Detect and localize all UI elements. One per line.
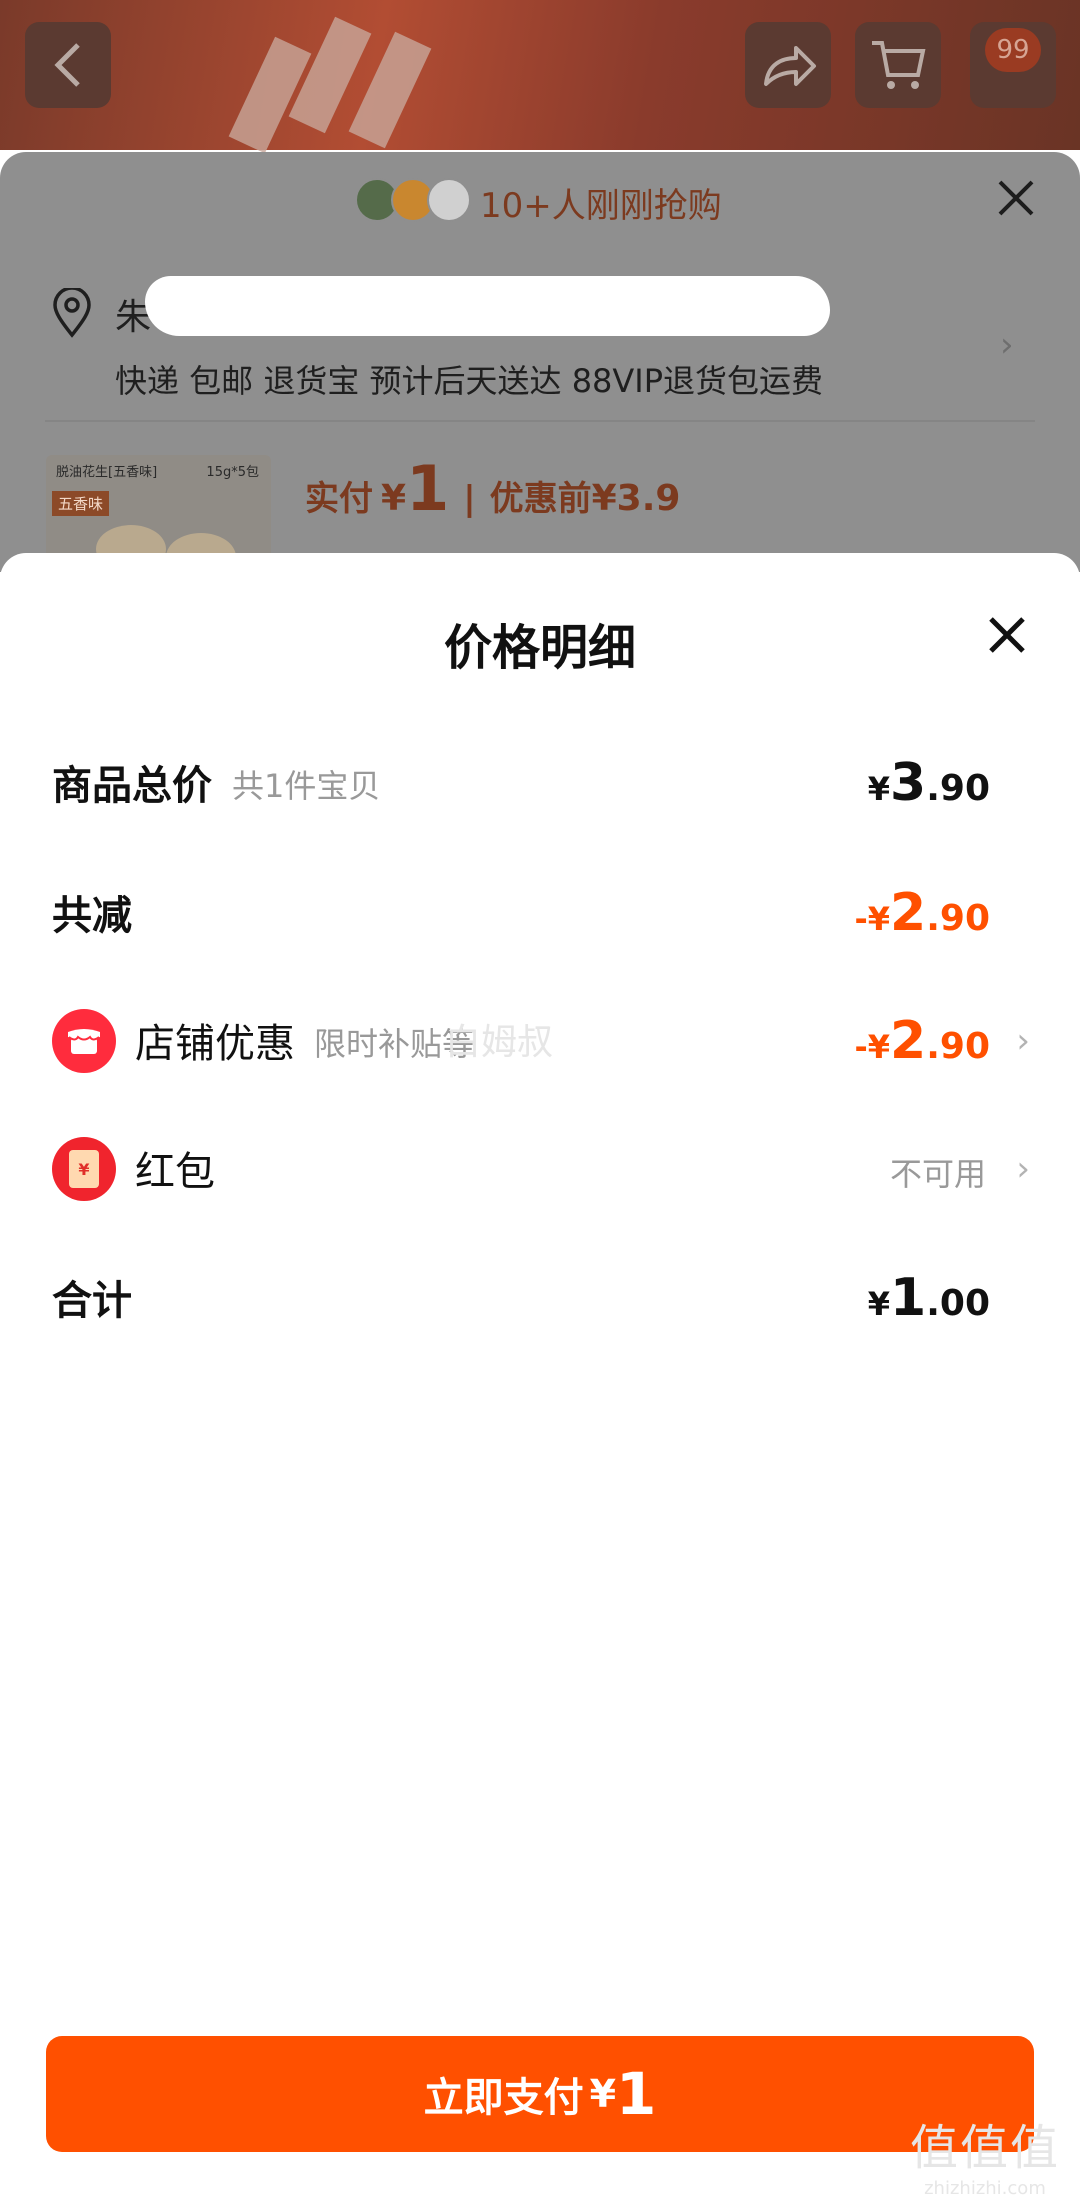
pay-now-button[interactable]: 立即支付 ¥1: [46, 2036, 1034, 2152]
site-watermark: 值值值 zhizhizhi.com: [910, 2108, 1060, 2199]
address-redaction: [145, 276, 830, 336]
row-red-packet[interactable]: ¥ 红包 不可用 ›: [52, 1137, 1030, 1201]
avatar: [427, 178, 471, 222]
sheet-title: 价格明细: [443, 620, 636, 676]
location-pin-icon: [53, 288, 91, 338]
row-sum: 合计 ¥1.00: [52, 1268, 1030, 1328]
buyer-avatars: [355, 178, 471, 222]
discount-amount: -¥2.90: [854, 883, 990, 943]
item-count: 共1件宝贝: [232, 767, 381, 805]
paid-label: 实付: [305, 479, 373, 519]
share-icon: [764, 46, 816, 86]
row-total-discount: 共减 -¥2.90: [52, 883, 1030, 943]
red-packet-label: 红包: [135, 1149, 215, 1195]
total-price-label: 商品总价: [52, 763, 212, 809]
paid-price-line: 实付 ¥1 | 优惠前¥3.9: [305, 452, 680, 525]
paid-amount: 1: [406, 452, 450, 525]
separator: |: [463, 479, 476, 519]
back-arrow-icon: [54, 43, 80, 87]
total-price-amount: ¥3.90: [867, 753, 990, 813]
thumbnail-title: 脱油花生[五香味]: [56, 465, 158, 480]
thumbnail-spec: 15g*5包: [206, 465, 259, 480]
red-packet-icon: ¥: [52, 1137, 116, 1201]
shop-discount-amount: -¥2.90: [854, 1011, 990, 1071]
pay-now-amount: 1: [616, 2060, 657, 2128]
shop-discount-label: 店铺优惠: [135, 1021, 295, 1067]
cart-icon: [872, 41, 926, 89]
thumbnail-tag: 五香味: [52, 491, 110, 516]
red-packet-status: 不可用: [889, 1155, 986, 1193]
close-icon: [989, 617, 1025, 653]
before-discount-label: 优惠前: [489, 479, 592, 519]
buyers-text: 10+人刚刚抢购: [480, 186, 722, 226]
close-icon: [998, 180, 1034, 216]
pay-now-currency: ¥: [589, 2072, 617, 2116]
pay-now-label: 立即支付: [423, 2075, 584, 2121]
paid-currency: ¥: [381, 478, 407, 519]
divider: [45, 420, 1035, 422]
chevron-right-icon: ›: [1016, 1021, 1030, 1061]
watermark: 白姆叔: [445, 1022, 554, 1063]
sum-label: 合计: [52, 1278, 132, 1324]
row-total-price: 商品总价 共1件宝贝 ¥3.90: [52, 753, 1030, 813]
chevron-right-icon: ›: [1016, 1149, 1030, 1189]
before-discount-amount: ¥3.9: [591, 478, 681, 519]
price-detail-sheet: 价格明细 商品总价 共1件宝贝 ¥3.90 共减 -¥2.90 店铺优惠 限时补…: [0, 553, 1080, 2197]
cart-badge: 99: [985, 28, 1041, 72]
shop-icon: [52, 1009, 116, 1073]
sheet-close-button[interactable]: [985, 613, 1035, 663]
address-chevron-icon[interactable]: ›: [1000, 325, 1014, 365]
share-button[interactable]: [745, 22, 831, 108]
back-button[interactable]: [25, 22, 111, 108]
panel-close-button[interactable]: [996, 178, 1036, 225]
sum-amount: ¥1.00: [867, 1268, 990, 1328]
site-watermark-logo: 值值值: [909, 2120, 1060, 2176]
cart-button[interactable]: [855, 22, 941, 108]
delivery-info: 快递 包邮 退货宝 预计后天送达 88VIP退货包运费: [115, 362, 824, 400]
discount-label: 共减: [52, 893, 132, 939]
site-watermark-domain: zhizhizhi.com: [924, 2178, 1046, 2199]
